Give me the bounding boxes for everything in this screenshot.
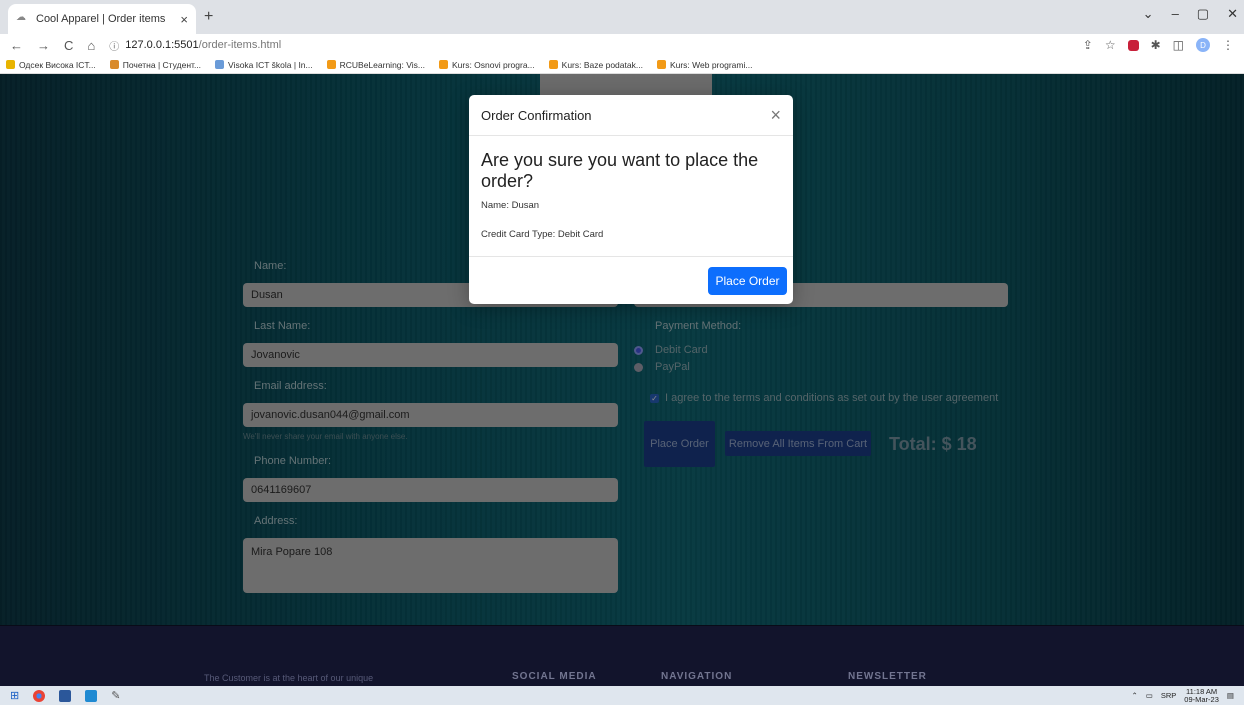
menu-icon[interactable]: ⋮ xyxy=(1222,38,1234,52)
bookmark-item[interactable]: Kurs: Osnovi progra... xyxy=(438,59,535,70)
bookmark-icon xyxy=(215,60,225,69)
close-window-button[interactable]: ✕ xyxy=(1227,6,1238,22)
window-controls: ⌄ – ▢ ✕ xyxy=(1143,6,1238,22)
modal-card-line: Credit Card Type: Debit Card xyxy=(481,229,604,240)
bookmark-item[interactable]: Kurs: Baze podatak... xyxy=(548,59,643,70)
reload-icon[interactable]: C xyxy=(64,38,73,53)
bookmark-icon xyxy=(548,60,558,69)
footer-heading-social: SOCIAL MEDIA xyxy=(512,671,597,682)
close-icon[interactable]: × xyxy=(770,105,781,126)
bookmark-item[interactable]: Visoka ICT škola | In... xyxy=(215,60,313,70)
tab-order-items[interactable]: ☁ Cool Apparel | Order items × xyxy=(8,4,196,34)
chrome-icon[interactable] xyxy=(33,689,46,702)
order-confirmation-modal: Order Confirmation × Are you sure you wa… xyxy=(469,95,793,304)
word-icon[interactable] xyxy=(59,689,72,702)
confirm-place-order-button[interactable]: Place Order xyxy=(708,266,787,295)
url-path: /order-items.html xyxy=(198,39,282,51)
modal-question: Are you sure you want to place the order… xyxy=(481,150,759,191)
bookmark-label: Visoka ICT škola | In... xyxy=(228,59,313,70)
home-icon[interactable]: ⌂ xyxy=(87,38,95,53)
footer: The Customer is at the heart of our uniq… xyxy=(0,625,1244,686)
bookmark-icon xyxy=(109,60,119,69)
extension-shield-icon[interactable] xyxy=(1127,39,1139,51)
bookmark-label: Kurs: Web programi... xyxy=(669,59,753,70)
clock[interactable]: 11:18 AM 09-Mar-23 xyxy=(1184,687,1219,704)
bookmark-item[interactable]: RCUBeLearning: Vis... xyxy=(326,59,425,70)
browser-toolbar: ← → C ⌂ ⓘ 127.0.0.1:5501/order-items.htm… xyxy=(0,34,1244,56)
new-tab-button[interactable]: + xyxy=(204,8,213,26)
url-host: 127.0.0.1:5501 xyxy=(125,39,199,51)
tab-close-icon[interactable]: × xyxy=(180,12,188,27)
site-info-icon[interactable]: ⓘ xyxy=(109,38,119,53)
address-bar[interactable]: ⓘ 127.0.0.1:5501/order-items.html xyxy=(109,38,281,53)
bookmark-label: Почетна | Студент... xyxy=(122,59,202,70)
tab-bar: ☁ Cool Apparel | Order items × + ⌄ – ▢ ✕ xyxy=(0,0,1244,34)
tray-chevron-icon[interactable]: ⌃ xyxy=(1131,691,1137,700)
bookmark-item[interactable]: Kurs: Web programi... xyxy=(656,59,753,70)
modal-footer: Place Order xyxy=(469,256,793,304)
minimize-button[interactable]: – xyxy=(1172,6,1179,22)
bookmarks-bar: Одсек Висока ICT... Почетна | Студент...… xyxy=(0,56,1244,74)
bookmark-label: Kurs: Osnovi progra... xyxy=(451,59,535,70)
page-favicon-icon: ☁ xyxy=(16,12,26,23)
modal-name-line: Name: Dusan xyxy=(481,200,540,211)
tab-search-icon[interactable]: ⌄ xyxy=(1143,6,1154,22)
side-panel-icon[interactable]: ◫ xyxy=(1173,38,1184,52)
footer-heading-navigation: NAVIGATION xyxy=(661,671,733,682)
bookmark-icon xyxy=(656,60,666,69)
forward-icon[interactable]: → xyxy=(37,38,50,53)
notifications-icon[interactable]: ▤ xyxy=(1227,691,1234,700)
maximize-button[interactable]: ▢ xyxy=(1197,6,1209,22)
bookmark-label: Kurs: Baze podatak... xyxy=(561,59,643,70)
bookmark-star-icon[interactable]: ☆ xyxy=(1105,38,1116,52)
profile-avatar[interactable]: D xyxy=(1196,38,1210,52)
bookmark-icon xyxy=(6,60,15,69)
windows-start-icon[interactable]: ⊞ xyxy=(10,689,19,702)
tab-title: Cool Apparel | Order items xyxy=(36,13,166,25)
footer-tagline: The Customer is at the heart of our uniq… xyxy=(204,673,374,683)
vscode-icon[interactable] xyxy=(85,689,98,702)
bookmark-icon xyxy=(326,60,336,69)
footer-heading-newsletter: NEWSLETTER xyxy=(848,671,927,682)
bookmark-label: Одсек Висока ICT... xyxy=(19,59,96,70)
language-indicator[interactable]: SRP xyxy=(1161,691,1176,700)
windows-taskbar: ⊞ ✎ ⌃ ▭ SRP 11:18 AM 09-Mar-23 ▤ xyxy=(0,686,1244,705)
network-icon[interactable]: ▭ xyxy=(1146,691,1153,700)
bookmark-item[interactable]: Почетна | Студент... xyxy=(109,59,202,70)
back-icon[interactable]: ← xyxy=(10,38,23,53)
share-icon[interactable]: ⇪ xyxy=(1083,38,1093,52)
modal-title: Order Confirmation xyxy=(481,107,592,123)
clock-date: 09-Mar-23 xyxy=(1184,694,1219,704)
bookmark-label: RCUBeLearning: Vis... xyxy=(339,59,425,70)
modal-body: Are you sure you want to place the order… xyxy=(469,136,793,240)
bookmark-icon xyxy=(438,60,448,69)
bookmark-item[interactable]: Одсек Висока ICT... xyxy=(6,60,96,70)
modal-header: Order Confirmation × xyxy=(469,95,793,136)
extensions-puzzle-icon[interactable]: ✱ xyxy=(1151,38,1161,52)
paint-icon[interactable]: ✎ xyxy=(111,689,120,702)
